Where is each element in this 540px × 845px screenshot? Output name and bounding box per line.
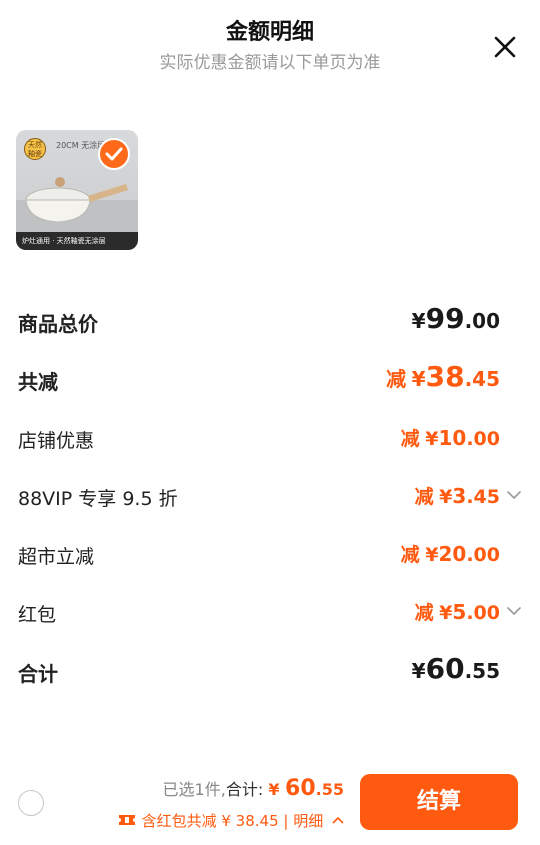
row-label: 共减 bbox=[18, 370, 58, 394]
row-amount: 减 ¥5.00 bbox=[414, 600, 500, 624]
row-amount: 减 ¥3.45 bbox=[414, 484, 500, 508]
page-subtitle: 实际优惠金额请以下单页为准 bbox=[159, 53, 381, 73]
total-price: ¥ 60.55 bbox=[268, 776, 344, 801]
coupon-icon bbox=[118, 815, 135, 825]
selected-check-badge bbox=[98, 138, 130, 170]
total-label: 合计: bbox=[225, 780, 264, 799]
chevron-up-icon bbox=[332, 816, 344, 824]
selected-count: 已选1件, bbox=[162, 780, 226, 799]
product-caption: 炉灶通用 · 天然釉瓷无涂层 bbox=[16, 232, 138, 250]
selection-summary: 已选1件,合计: ¥ 60.55 bbox=[163, 776, 344, 801]
row-label: 红包 bbox=[18, 604, 57, 626]
row-label: 88VIP 专享 9.5 折 bbox=[18, 488, 178, 510]
row-label: 超市立减 bbox=[18, 546, 95, 568]
row-label: 商品总价 bbox=[18, 312, 98, 336]
detail-header: 金额明细 实际优惠金额请以下单页为准 bbox=[0, 0, 540, 90]
row-red-packet[interactable]: 红包 减 ¥5.00 bbox=[18, 594, 522, 634]
chevron-down-icon[interactable] bbox=[506, 490, 522, 500]
chevron-down-icon[interactable] bbox=[506, 606, 522, 616]
row-supermarket-discount: 超市立减 减 ¥20.00 bbox=[18, 536, 522, 576]
row-goods-total: 商品总价 ¥99.00 bbox=[18, 302, 522, 342]
row-store-discount: 店铺优惠 减 ¥10.00 bbox=[18, 420, 522, 460]
close-icon bbox=[494, 36, 516, 58]
row-amount: ¥99.00 bbox=[411, 302, 500, 335]
close-button[interactable] bbox=[488, 30, 522, 64]
row-label: 合计 bbox=[18, 662, 58, 686]
row-total-discount: 共减 减 ¥38.45 bbox=[18, 360, 522, 400]
row-grand-total: 合计 ¥60.55 bbox=[18, 652, 522, 692]
row-amount: ¥60.55 bbox=[411, 652, 500, 685]
row-amount: 减 ¥20.00 bbox=[400, 542, 500, 566]
row-label: 店铺优惠 bbox=[18, 430, 95, 452]
checkout-button[interactable]: 结算 bbox=[360, 774, 518, 830]
select-all-radio[interactable] bbox=[18, 790, 44, 816]
check-icon bbox=[105, 147, 123, 161]
row-88vip-discount[interactable]: 88VIP 专享 9.5 折 减 ¥3.45 bbox=[18, 478, 522, 518]
row-amount: 减 ¥38.45 bbox=[386, 360, 500, 393]
row-amount: 减 ¥10.00 bbox=[400, 426, 500, 450]
page-title: 金额明细 bbox=[225, 20, 314, 45]
discount-detail-link[interactable]: 含红包共减 ¥ 38.45 | 明细 bbox=[118, 810, 344, 831]
discount-detail-text: 含红包共减 ¥ 38.45 | 明细 bbox=[141, 812, 324, 830]
